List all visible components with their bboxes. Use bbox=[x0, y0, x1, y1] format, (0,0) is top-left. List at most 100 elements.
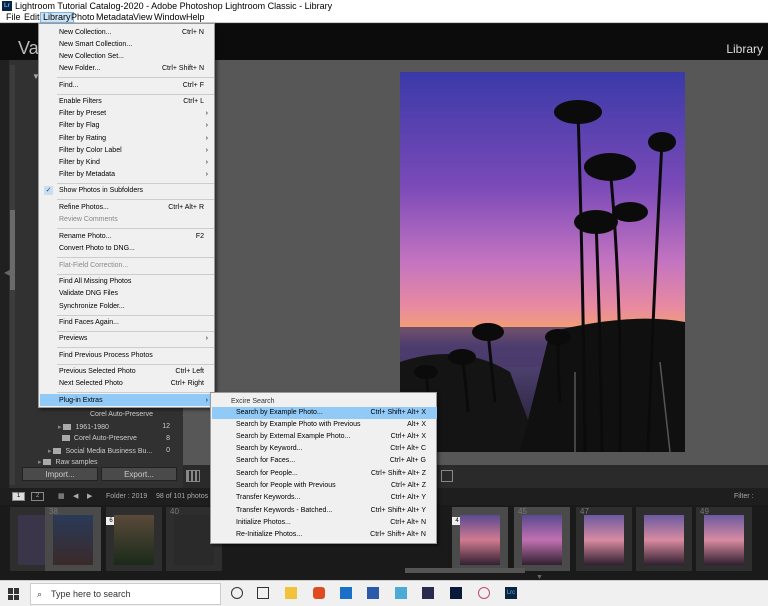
submenu-item-search-by-external-example-photo[interactable]: Search by External Example Photo... Ctrl+… bbox=[212, 431, 437, 443]
filmstrip-thumb[interactable] bbox=[636, 507, 692, 571]
app-icon[interactable] bbox=[395, 587, 407, 599]
submenu-arrow-icon: › bbox=[205, 110, 208, 117]
submenu-item-search-by-example-photo[interactable]: Search by Example Photo... Ctrl+ Shift+ A… bbox=[212, 407, 437, 419]
menu-item-find[interactable]: Find... bbox=[59, 80, 78, 91]
menu-item-previews[interactable]: Previews bbox=[59, 333, 87, 344]
filmstrip-thumb[interactable]: 6 bbox=[106, 507, 162, 571]
menu-item-new-collection-set[interactable]: New Collection Set... bbox=[59, 51, 124, 62]
window-title-bar: Lr Lightroom Tutorial Catalog-2020 - Ado… bbox=[0, 0, 768, 12]
filmstrip-thumb[interactable]: 4 bbox=[452, 507, 508, 571]
loupe-view-icon[interactable] bbox=[441, 470, 453, 482]
task-view-icon[interactable] bbox=[257, 587, 269, 599]
menu-item-refine-photos[interactable]: Refine Photos... bbox=[59, 202, 109, 213]
submenu-arrow-icon: › bbox=[205, 122, 208, 129]
menu-view[interactable]: View bbox=[131, 12, 154, 23]
lightroom-app-icon: Lr bbox=[2, 1, 12, 11]
menu-window[interactable]: Window bbox=[152, 12, 188, 23]
left-panel-toggle-icon[interactable]: ◀ bbox=[4, 268, 10, 277]
windows-start-icon[interactable] bbox=[8, 588, 20, 600]
submenu-item-re-initialize-photos[interactable]: Re-Initialize Photos... Ctrl+ Shift+ Alt+… bbox=[212, 529, 437, 541]
grid-icon[interactable]: ▦ bbox=[58, 488, 65, 505]
submenu-item-search-by-example-photo-with-previous[interactable]: Search by Example Photo with Previous Alt… bbox=[212, 419, 437, 431]
submenu-arrow-icon: › bbox=[205, 171, 208, 178]
menu-item-filter-by-preset[interactable]: Filter by Preset bbox=[59, 108, 106, 119]
menu-item-synchronize-folder[interactable]: Synchronize Folder... bbox=[59, 301, 125, 312]
folder-row[interactable]: Corel Auto-Preserve 15 bbox=[80, 411, 190, 418]
menu-item-previous-selected-photo[interactable]: Previous Selected Photo bbox=[59, 366, 136, 377]
menu-item-new-collection[interactable]: New Collection... bbox=[59, 27, 112, 38]
menu-item-rename-photo[interactable]: Rename Photo... bbox=[59, 231, 112, 242]
filmstrip-thumb[interactable]: 49 bbox=[696, 507, 752, 571]
left-panel-scroll-thumb[interactable] bbox=[10, 210, 15, 290]
menu-item-new-folder[interactable]: New Folder... bbox=[59, 63, 100, 74]
brave-browser-icon[interactable] bbox=[313, 587, 325, 599]
page-2-button[interactable]: 2 bbox=[31, 492, 44, 501]
outlook-icon[interactable] bbox=[340, 587, 352, 599]
folder-icon bbox=[53, 448, 62, 455]
app-icon[interactable] bbox=[422, 587, 434, 599]
app-icon[interactable] bbox=[478, 587, 490, 599]
menu-item-filter-by-color-label[interactable]: Filter by Color Label bbox=[59, 145, 122, 156]
folder-name: Raw samples bbox=[55, 459, 98, 466]
submenu-arrow-icon: › bbox=[205, 135, 208, 142]
submenu-item-initialize-photos[interactable]: Initialize Photos... Ctrl+ Alt+ N bbox=[212, 517, 437, 529]
back-arrow-icon[interactable]: ◀ bbox=[73, 488, 78, 505]
menu-item-next-selected-photo[interactable]: Next Selected Photo bbox=[59, 378, 123, 389]
menu-item-plug-in-extras[interactable]: Plug-in Extras bbox=[59, 395, 103, 406]
file-explorer-icon[interactable] bbox=[285, 587, 297, 599]
folder-row[interactable]: ▸ Social Media Business Bu... 0 bbox=[48, 447, 170, 455]
main-photo[interactable] bbox=[400, 72, 685, 452]
menu-item-review-comments: Review Comments bbox=[59, 216, 118, 223]
word-icon[interactable] bbox=[367, 587, 379, 599]
folder-row[interactable]: ▸ Raw samples bbox=[38, 458, 97, 466]
cortana-icon[interactable] bbox=[231, 587, 243, 599]
menu-item-filter-by-kind[interactable]: Filter by Kind bbox=[59, 157, 100, 168]
menu-item-enable-filters[interactable]: Enable Filters bbox=[59, 96, 102, 107]
filmstrip-scrollbar[interactable] bbox=[405, 568, 525, 573]
menu-item-filter-by-rating[interactable]: Filter by Rating bbox=[59, 133, 106, 144]
menu-item-convert-photo-to-dng[interactable]: Convert Photo to DNG... bbox=[59, 243, 135, 254]
folder-count: 8 bbox=[166, 435, 170, 442]
submenu-item-transfer-keywords-batched[interactable]: Transfer Keywords - Batched... Ctrl+ Shif… bbox=[212, 505, 437, 517]
page-1-button[interactable]: 1 bbox=[12, 492, 25, 501]
menu-item-find-previous-process-photos[interactable]: Find Previous Process Photos bbox=[59, 350, 153, 361]
submenu-item-transfer-keywords[interactable]: Transfer Keywords... Ctrl+ Alt+ Y bbox=[212, 492, 437, 504]
folder-row[interactable]: Corel Auto-Preserve 8 bbox=[58, 435, 170, 442]
menu-help[interactable]: Help bbox=[184, 12, 207, 23]
library-menu: New Collection... Ctrl+ N New Smart Colle… bbox=[38, 23, 215, 408]
folder-count: 0 bbox=[166, 447, 170, 454]
folder-icon bbox=[63, 424, 72, 431]
module-library[interactable]: Library bbox=[726, 42, 763, 56]
menu-photo[interactable]: Photo bbox=[69, 12, 97, 23]
menu-item-find-all-missing-photos[interactable]: Find All Missing Photos bbox=[59, 276, 131, 287]
folder-row[interactable]: ▸ 1961-1980 12 bbox=[58, 423, 170, 431]
window-title: Lightroom Tutorial Catalog-2020 - Adobe … bbox=[15, 1, 333, 11]
import-button[interactable]: Import... bbox=[22, 467, 98, 481]
submenu-item-search-for-people[interactable]: Search for People... Ctrl+ Shift+ Alt+ Z bbox=[212, 468, 437, 480]
lightroom-taskbar-icon[interactable]: Lrc bbox=[505, 587, 517, 599]
photo-count: 98 of 101 photos / bbox=[156, 493, 213, 500]
export-button[interactable]: Export... bbox=[101, 467, 177, 481]
menu-item-show-photos-in-subfolders[interactable]: Show Photos in Subfolders bbox=[59, 185, 143, 196]
search-placeholder: Type here to search bbox=[51, 589, 131, 599]
submenu-arrow-icon: › bbox=[205, 159, 208, 166]
menu-edit[interactable]: Edit bbox=[22, 12, 42, 23]
submenu-item-search-for-people-with-previous[interactable]: Search for People with Previous Ctrl+ Alt… bbox=[212, 480, 437, 492]
forward-arrow-icon[interactable]: ▶ bbox=[87, 488, 92, 505]
submenu-item-search-by-keyword[interactable]: Search by Keyword... Ctrl+ Alt+ C bbox=[212, 443, 437, 455]
filter-label: Filter : bbox=[734, 493, 754, 500]
menu-item-find-faces-again[interactable]: Find Faces Again... bbox=[59, 317, 119, 328]
menu-item-validate-dng-files[interactable]: Validate DNG Files bbox=[59, 288, 118, 299]
menu-metadata[interactable]: Metadata bbox=[94, 12, 136, 23]
filmstrip-thumb[interactable]: 38 bbox=[45, 507, 101, 571]
menu-item-filter-by-metadata[interactable]: Filter by Metadata bbox=[59, 169, 115, 180]
menu-file[interactable]: File bbox=[4, 12, 23, 23]
menu-item-new-smart-collection[interactable]: New Smart Collection... bbox=[59, 39, 132, 50]
filmstrip-thumb[interactable]: 47 bbox=[576, 507, 632, 571]
filmstrip-thumb[interactable]: 454 bbox=[514, 507, 570, 571]
menu-item-filter-by-flag[interactable]: Filter by Flag bbox=[59, 120, 99, 131]
grid-view-icon[interactable] bbox=[186, 470, 200, 482]
photoshop-icon[interactable] bbox=[450, 587, 462, 599]
submenu-item-search-for-faces[interactable]: Search for Faces... Ctrl+ Alt+ G bbox=[212, 455, 437, 467]
taskbar-search-input[interactable]: ⌕ Type here to search bbox=[30, 583, 221, 605]
